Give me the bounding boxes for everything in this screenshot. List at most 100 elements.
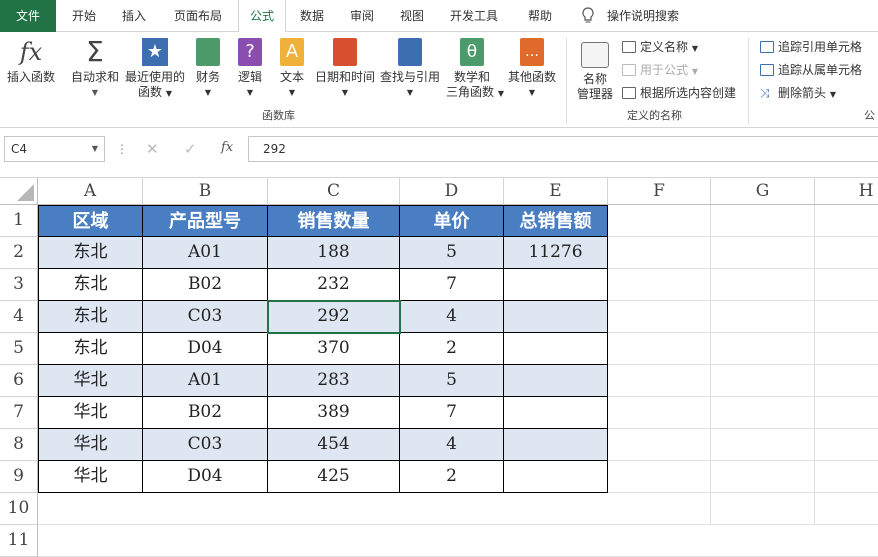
table-header-cell[interactable]: 区域 — [38, 205, 143, 237]
table-cell[interactable]: D04 — [143, 461, 268, 493]
define-name-button[interactable]: 定义名称 ▼ — [640, 40, 698, 56]
table-cell[interactable]: B02 — [143, 397, 268, 429]
trace-dependents-button[interactable]: 追踪从属单元格 — [778, 63, 862, 77]
table-cell[interactable]: 11276 — [504, 237, 608, 269]
tab-data[interactable]: 数据 — [292, 0, 332, 32]
row-header[interactable]: 10 — [0, 493, 38, 525]
table-cell[interactable]: 7 — [400, 397, 504, 429]
name-manager-button[interactable]: 名称 管理器 — [574, 42, 616, 102]
table-cell[interactable]: B02 — [143, 269, 268, 301]
row-header[interactable]: 7 — [0, 397, 38, 429]
create-from-selection-button[interactable]: 根据所选内容创建 — [640, 86, 736, 100]
formula-input[interactable]: 292 — [248, 136, 878, 162]
cancel-entry-icon[interactable]: ✕ — [146, 140, 159, 158]
column-header[interactable]: B — [143, 178, 268, 205]
column-header[interactable]: C — [268, 178, 400, 205]
logical-button[interactable]: ? 逻辑 ▼ — [232, 38, 268, 100]
tab-developer[interactable]: 开发工具 — [442, 0, 506, 32]
table-cell[interactable] — [504, 365, 608, 397]
table-cell[interactable] — [504, 333, 608, 365]
table-cell[interactable]: 7 — [400, 269, 504, 301]
row-header[interactable]: 2 — [0, 237, 38, 269]
recently-used-button[interactable]: ★ 最近使用的 函数 ▼ — [124, 38, 186, 101]
name-box[interactable]: C4 ▼ — [4, 136, 105, 162]
table-cell[interactable]: A01 — [143, 237, 268, 269]
tell-me-search[interactable]: 操作说明搜索 — [604, 0, 682, 32]
table-cell[interactable]: 283 — [268, 365, 400, 397]
tab-file[interactable]: 文件 — [0, 0, 56, 32]
table-cell[interactable]: A01 — [143, 365, 268, 397]
tab-home[interactable]: 开始 — [62, 0, 106, 32]
autosum-button[interactable]: Σ 自动求和 ▼ — [68, 38, 122, 100]
table-cell[interactable]: 东北 — [38, 237, 143, 269]
text-button[interactable]: A 文本 ▼ — [274, 38, 310, 100]
column-header[interactable]: D — [400, 178, 504, 205]
insert-function-icon[interactable]: fx — [221, 140, 233, 155]
more-functions-button[interactable]: … 其他函数 ▼ — [504, 38, 560, 100]
table-cell[interactable]: 370 — [268, 333, 400, 365]
table-cell[interactable]: 4 — [400, 301, 504, 333]
trace-precedents-icon — [760, 41, 774, 53]
row-header[interactable]: 1 — [0, 205, 38, 237]
column-header[interactable]: A — [38, 178, 143, 205]
column-header[interactable]: F — [608, 178, 711, 205]
table-header-cell[interactable]: 销售数量 — [268, 205, 400, 237]
confirm-entry-icon[interactable]: ✓ — [184, 140, 197, 158]
tab-formulas[interactable]: 公式 — [238, 0, 286, 33]
table-cell[interactable]: 华北 — [38, 461, 143, 493]
table-cell[interactable]: 2 — [400, 333, 504, 365]
table-cell[interactable] — [504, 461, 608, 493]
table-cell[interactable]: 华北 — [38, 365, 143, 397]
lookup-reference-button[interactable]: 查找与引用 ▼ — [378, 38, 442, 100]
column-header[interactable]: E — [504, 178, 608, 205]
trace-precedents-button[interactable]: 追踪引用单元格 — [778, 40, 862, 54]
table-header-cell[interactable]: 总销售额 — [504, 205, 608, 237]
row-header[interactable]: 3 — [0, 269, 38, 301]
row-header[interactable]: 6 — [0, 365, 38, 397]
remove-arrows-button[interactable]: 删除箭头 ▼ — [778, 86, 836, 102]
table-cell[interactable]: 东北 — [38, 301, 143, 333]
table-cell[interactable]: 东北 — [38, 333, 143, 365]
table-cell[interactable] — [504, 301, 608, 333]
table-cell[interactable]: 华北 — [38, 429, 143, 461]
column-header[interactable]: G — [711, 178, 815, 205]
tab-help[interactable]: 帮助 — [518, 0, 562, 32]
more-options-icon[interactable]: ⋮ — [116, 142, 128, 156]
row-header[interactable]: 9 — [0, 461, 38, 493]
table-cell[interactable]: C03 — [143, 429, 268, 461]
table-cell[interactable]: 2 — [400, 461, 504, 493]
row-header[interactable]: 4 — [0, 301, 38, 333]
tab-insert[interactable]: 插入 — [112, 0, 156, 32]
use-in-formula-button[interactable]: 用于公式 ▼ — [640, 63, 698, 79]
tab-view[interactable]: 视图 — [392, 0, 432, 32]
row-header[interactable]: 8 — [0, 429, 38, 461]
table-cell[interactable]: 389 — [268, 397, 400, 429]
table-cell[interactable] — [504, 269, 608, 301]
table-cell[interactable]: D04 — [143, 333, 268, 365]
table-cell[interactable]: 292 — [268, 301, 400, 333]
table-cell[interactable]: 188 — [268, 237, 400, 269]
table-cell[interactable]: 4 — [400, 429, 504, 461]
table-header-cell[interactable]: 单价 — [400, 205, 504, 237]
table-cell[interactable] — [504, 397, 608, 429]
table-cell[interactable]: 454 — [268, 429, 400, 461]
table-cell[interactable]: 232 — [268, 269, 400, 301]
table-cell[interactable]: 5 — [400, 365, 504, 397]
column-header[interactable]: H — [815, 178, 878, 205]
table-header-cell[interactable]: 产品型号 — [143, 205, 268, 237]
row-header[interactable]: 11 — [0, 525, 38, 557]
table-cell[interactable]: 华北 — [38, 397, 143, 429]
date-time-button[interactable]: 日期和时间 ▼ — [314, 38, 376, 100]
table-cell[interactable]: C03 — [143, 301, 268, 333]
tab-review[interactable]: 审阅 — [342, 0, 382, 32]
select-all-corner[interactable] — [0, 178, 38, 205]
table-cell[interactable]: 425 — [268, 461, 400, 493]
insert-function-button[interactable]: fx 插入函数 — [6, 38, 56, 85]
tab-page-layout[interactable]: 页面布局 — [166, 0, 230, 32]
table-cell[interactable]: 5 — [400, 237, 504, 269]
table-cell[interactable] — [504, 429, 608, 461]
financial-button[interactable]: 财务 ▼ — [190, 38, 226, 100]
table-cell[interactable]: 东北 — [38, 269, 143, 301]
math-trig-button[interactable]: θ 数学和 三角函数 ▼ — [446, 38, 504, 101]
row-header[interactable]: 5 — [0, 333, 38, 365]
